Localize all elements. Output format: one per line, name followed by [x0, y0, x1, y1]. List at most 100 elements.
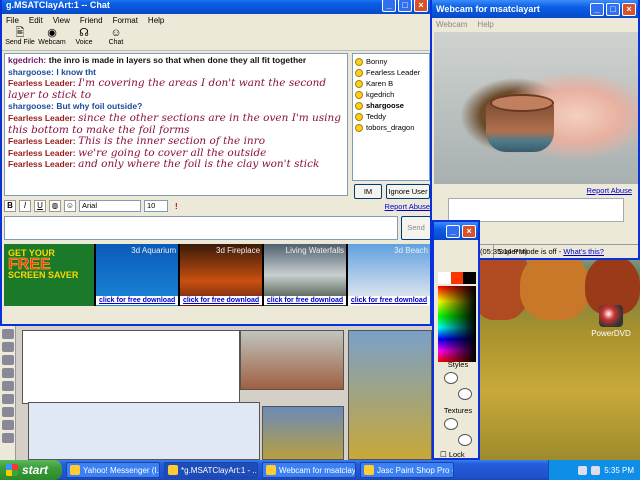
buzz-icon[interactable]: ! — [175, 202, 178, 211]
ignore-user-button[interactable]: Ignore User — [386, 184, 430, 199]
whats-this-link[interactable]: What's this? — [563, 247, 604, 256]
ad-banner[interactable]: GET YOUR FREE SCREEN SAVER 3d Aquarium c… — [4, 244, 430, 306]
tool-icon[interactable] — [2, 394, 14, 404]
tool-icon[interactable] — [2, 381, 14, 391]
menu-friend[interactable]: Friend — [80, 16, 103, 25]
minimize-button[interactable]: _ — [590, 2, 604, 16]
ad-waterfalls[interactable]: Living Waterfalls click for free downloa… — [264, 244, 347, 306]
emoticon-icon[interactable]: ☺ — [64, 200, 76, 212]
send-button[interactable]: Send — [401, 216, 430, 240]
chat-toolbar: 🖹 Send File ◉ Webcam ☊ Voice ☺ Chat — [2, 27, 430, 51]
color-palette-icon[interactable]: ◍ — [49, 200, 61, 212]
maximize-button[interactable]: □ — [398, 0, 412, 12]
tool-icon[interactable] — [2, 342, 14, 352]
minimize-button[interactable]: _ — [382, 0, 396, 12]
taskbar-item-paint-shop-pro[interactable]: Jasc Paint Shop Pro - ... — [360, 462, 454, 478]
tray-icon[interactable] — [578, 465, 588, 475]
user-list-item[interactable]: Teddy — [355, 111, 427, 122]
ad-download-link[interactable]: click for free download — [180, 296, 263, 305]
ad-download-link[interactable]: click for free download — [348, 296, 430, 305]
close-button[interactable]: × — [414, 0, 428, 12]
smiley-icon — [355, 79, 363, 88]
menu-edit[interactable]: Edit — [29, 16, 43, 25]
minimize-button[interactable]: _ — [446, 224, 460, 238]
black-swatch[interactable] — [463, 272, 477, 284]
chat-button[interactable]: ☺ Chat — [100, 27, 132, 50]
user-name: Bonny — [366, 57, 388, 66]
user-list-item[interactable]: Bonny — [355, 56, 427, 67]
menu-file[interactable]: File — [6, 16, 19, 25]
tool-icon[interactable] — [2, 407, 14, 417]
status-text: Super mode is off - — [498, 247, 562, 256]
message-text: But why foil outside? — [56, 101, 143, 112]
taskbar-item-chat[interactable]: *g.MSATClayArt:1 - ... — [164, 462, 258, 478]
message-author: Fearless Leader: — [8, 136, 76, 147]
user-list-item[interactable]: kgedrich — [355, 89, 427, 100]
menu-view[interactable]: View — [53, 16, 70, 25]
menu-format[interactable]: Format — [113, 16, 138, 25]
tool-icon[interactable] — [2, 355, 14, 365]
webcam-titlebar[interactable]: Webcam for msatclayart _ □ × — [432, 0, 638, 18]
im-button[interactable]: IM — [354, 184, 382, 199]
red-swatch[interactable] — [450, 272, 464, 284]
lock-checkbox[interactable]: ☐ Lock — [438, 450, 478, 458]
taskbar: start Yahoo! Messenger (I... *g.MSATClay… — [0, 460, 640, 480]
user-list-item[interactable]: Karen B — [355, 78, 427, 89]
chat-window-title: g.MSATClayArt:1 -- Chat — [6, 0, 110, 10]
close-button[interactable]: × — [462, 224, 476, 238]
style-swatch[interactable] — [458, 388, 472, 400]
style-swatch[interactable] — [444, 372, 458, 384]
message-text: and only where the foil is the clay won'… — [78, 158, 320, 171]
status-message: Super mode is off - What's this? — [494, 245, 638, 258]
report-abuse-link[interactable]: Report Abuse — [385, 202, 430, 211]
maximize-button[interactable]: □ — [606, 2, 620, 16]
desktop-icon-powerdvd[interactable]: PowerDVD — [588, 305, 634, 338]
tray-icon[interactable] — [591, 465, 601, 475]
taskbar-item-webcam[interactable]: Webcam for msatclay... — [262, 462, 356, 478]
texture-swatch[interactable] — [458, 434, 472, 446]
chat-titlebar[interactable]: g.MSATClayArt:1 -- Chat _ □ × — [2, 0, 430, 14]
ad-fireplace[interactable]: 3d Fireplace click for free download — [180, 244, 263, 306]
chat-message-list[interactable]: kgedrich: the inro is made in layers so … — [4, 53, 348, 196]
webcam-button[interactable]: ◉ Webcam — [36, 27, 68, 50]
ad-download-link[interactable]: click for free download — [264, 296, 347, 305]
smiley-icon — [355, 112, 363, 121]
tool-icon[interactable] — [2, 433, 14, 443]
send-file-button[interactable]: 🖹 Send File — [4, 27, 36, 50]
white-swatch[interactable] — [438, 272, 451, 284]
color-spectrum[interactable] — [438, 286, 476, 362]
menu-webcam[interactable]: Webcam — [436, 20, 467, 29]
ad-beach[interactable]: 3d Beach click for free download — [348, 244, 430, 306]
message-input[interactable] — [4, 216, 398, 240]
start-button[interactable]: start — [0, 460, 62, 480]
user-list-item[interactable]: shargoose — [355, 100, 427, 111]
webcam-video — [434, 32, 638, 184]
menu-help[interactable]: Help — [148, 16, 164, 25]
texture-swatch[interactable] — [444, 418, 458, 430]
menu-help[interactable]: Help — [477, 20, 493, 29]
color-swatch-row[interactable] — [438, 272, 477, 284]
webcam-window-title: Webcam for msatclayart — [436, 4, 540, 14]
report-abuse-link[interactable]: Report Abuse — [587, 186, 632, 195]
font-size-select[interactable]: 10 — [144, 200, 168, 212]
webcam-info-box — [448, 198, 624, 222]
italic-button[interactable]: I — [19, 200, 31, 212]
bold-button[interactable]: B — [4, 200, 16, 212]
chat-menubar: File Edit View Friend Format Help — [2, 14, 430, 27]
ad-aquarium[interactable]: 3d Aquarium click for free download — [96, 244, 179, 306]
user-list-item[interactable]: tobors_dragon — [355, 122, 427, 133]
underline-button[interactable]: U — [34, 200, 46, 212]
tool-icon[interactable] — [2, 368, 14, 378]
tool-icon[interactable] — [2, 329, 14, 339]
close-button[interactable]: × — [622, 2, 636, 16]
user-list-item[interactable]: Fearless Leader — [355, 67, 427, 78]
psp-toolbox — [0, 326, 16, 460]
ad-download-link[interactable]: click for free download — [96, 296, 179, 305]
nested-psp-screenshot — [28, 402, 260, 460]
voice-button[interactable]: ☊ Voice — [68, 27, 100, 50]
font-select[interactable]: Arial — [79, 200, 141, 212]
palette-titlebar[interactable]: _ × — [434, 222, 478, 240]
ad-free-screensaver[interactable]: GET YOUR FREE SCREEN SAVER — [4, 244, 95, 306]
taskbar-item-yahoo-messenger[interactable]: Yahoo! Messenger (I... — [66, 462, 160, 478]
tool-icon[interactable] — [2, 420, 14, 430]
